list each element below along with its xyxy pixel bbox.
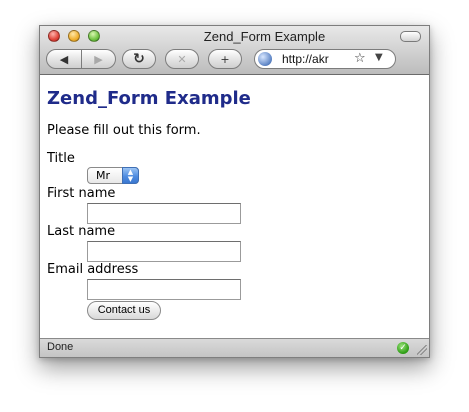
bookmark-star-icon[interactable]: ☆ [354,51,366,66]
page-heading: Zend_Form Example [47,88,251,109]
status-bar: Done ✓ [40,338,429,357]
stop-icon: ✕ [177,52,187,66]
forward-button[interactable]: ▶ [82,49,116,69]
title-select[interactable]: Mr ▲ ▼ [87,167,139,184]
url-history-dropdown-icon[interactable]: ▼ [375,52,383,63]
zoom-window-button[interactable] [88,30,100,42]
last-name-input[interactable] [87,241,241,262]
close-window-button[interactable] [48,30,60,42]
intro-text: Please fill out this form. [47,123,201,138]
secure-check-icon: ✓ [397,342,409,354]
reload-icon: ↻ [133,51,145,67]
email-input[interactable] [87,279,241,300]
toolbar-toggle-button[interactable] [400,31,421,42]
url-text[interactable]: http://akr [282,52,329,66]
last-name-label: Last name [47,224,116,239]
back-button[interactable]: ◀ [46,49,82,69]
email-label: Email address [47,262,139,277]
title-select-value: Mr [96,169,111,182]
contact-us-button[interactable]: Contact us [87,301,161,320]
title-label: Title [47,151,75,166]
resize-grip-icon[interactable] [417,345,427,355]
forward-arrow-icon: ▶ [94,52,103,66]
globe-icon [258,52,272,66]
window-title: Zend_Form Example [203,29,326,44]
minimize-window-button[interactable] [68,30,80,42]
stop-button[interactable]: ✕ [165,49,199,69]
browser-window: Zend_Form Example ◀ ▶ ↻ ✕ + http://akr ☆… [39,25,430,358]
back-arrow-icon: ◀ [59,52,69,66]
first-name-label: First name [47,186,116,201]
browser-toolbar: Zend_Form Example ◀ ▶ ↻ ✕ + http://akr ☆… [40,26,429,75]
address-bar[interactable]: http://akr ☆ ▼ [254,49,396,69]
reload-button[interactable]: ↻ [122,49,156,69]
page-content: Zend_Form Example Please fill out this f… [40,75,429,339]
first-name-input[interactable] [87,203,241,224]
status-text: Done [47,341,74,353]
select-arrows-icon: ▲ ▼ [122,167,139,184]
add-bookmark-icon: + [220,52,230,66]
add-bookmark-button[interactable]: + [208,49,242,69]
